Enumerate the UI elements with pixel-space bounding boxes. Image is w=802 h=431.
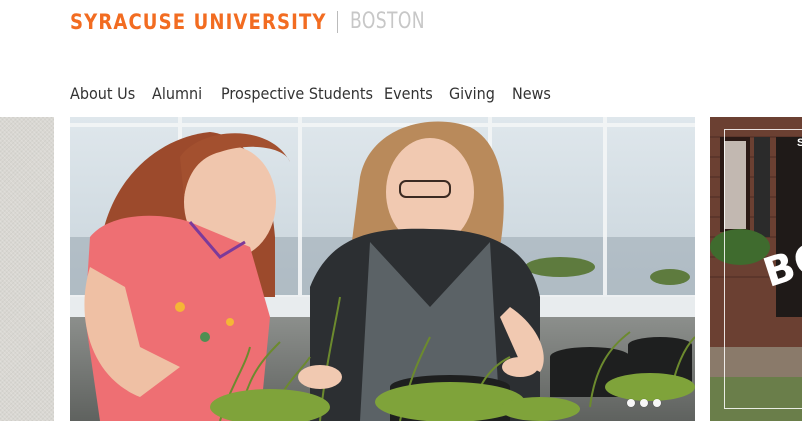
- carousel-dots: [627, 399, 661, 407]
- carousel-dot-1[interactable]: [627, 399, 635, 407]
- nav-item-news[interactable]: News: [512, 83, 551, 105]
- nav-item-prospective-students[interactable]: Prospective Students: [221, 83, 373, 105]
- nav-item-giving[interactable]: Giving: [449, 83, 495, 105]
- logo-divider: [337, 11, 338, 33]
- logo-campus-name: BOSTON: [350, 9, 426, 34]
- logo-university-name: SYRACUSE UNIVERSITY: [70, 10, 327, 34]
- nav-item-about-us[interactable]: About Us: [70, 83, 135, 105]
- nav-item-events[interactable]: Events: [384, 83, 433, 105]
- site-logo[interactable]: SYRACUSE UNIVERSITY BOSTON: [70, 8, 425, 36]
- students-greenhouse-photo: [70, 117, 695, 421]
- hero-slide-image[interactable]: [70, 117, 695, 421]
- carousel-dot-3[interactable]: [653, 399, 661, 407]
- nav-item-alumni[interactable]: Alumni: [152, 83, 202, 105]
- next-slide-small-text: S: [797, 137, 802, 149]
- carousel-dot-2[interactable]: [640, 399, 648, 407]
- carousel-previous-slide[interactable]: [0, 117, 54, 421]
- carousel-next-slide[interactable]: S BO: [710, 117, 802, 421]
